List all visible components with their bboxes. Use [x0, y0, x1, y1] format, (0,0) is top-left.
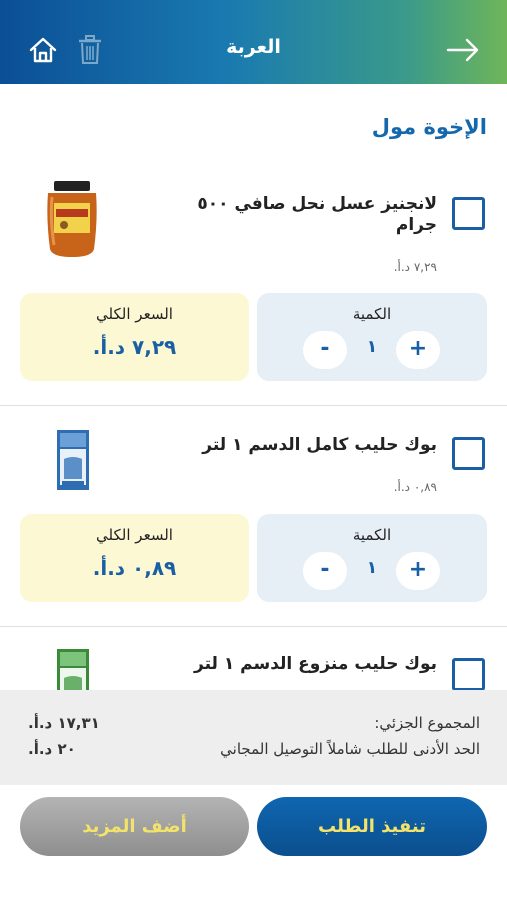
total-price-value: ٠,٨٩ د.أ. [92, 556, 177, 580]
honey-jar-image [47, 181, 97, 257]
store-name: الإخوة مول [371, 115, 487, 139]
quantity-stepper: الكمية - ١ + [257, 514, 487, 602]
quantity-label: الكمية [352, 305, 392, 323]
total-price-label: السعر الكلي [96, 305, 173, 323]
increase-quantity-button[interactable]: + [396, 552, 440, 590]
item-checkbox[interactable] [452, 658, 485, 691]
total-price-value: ٧,٢٩ د.أ. [92, 335, 177, 359]
total-price-box: السعر الكلي ٧,٢٩ د.أ. [20, 293, 249, 381]
arrow-right-icon[interactable] [446, 38, 480, 62]
quantity-label: الكمية [352, 526, 392, 544]
item-checkbox[interactable] [452, 437, 485, 470]
item-divider [0, 626, 507, 627]
item-unit-price: ٧,٢٩ د.أ. [393, 260, 437, 274]
milk-carton-image [57, 430, 89, 490]
add-more-button[interactable]: أضف المزيد [20, 797, 249, 856]
place-order-button[interactable]: تنفيذ الطلب [257, 797, 487, 856]
item-unit-price: ٠,٨٩ د.أ. [393, 480, 437, 494]
item-divider [0, 405, 507, 406]
page-title: العربة [226, 36, 281, 58]
item-name: لانجنيز عسل نحل صافي ٥٠٠ جرام [197, 194, 437, 235]
increase-quantity-button[interactable]: + [396, 331, 440, 369]
quantity-value: ١ [366, 337, 378, 357]
order-summary: المجموع الجزئي: ١٧,٣١ د.أ. الحد الأدنى ل… [0, 690, 507, 785]
minimum-order-value: ٢٠ د.أ. [28, 740, 76, 758]
app-header: العربة [0, 0, 507, 84]
item-name: بوك حليب كامل الدسم ١ لتر [202, 435, 437, 455]
total-price-box: السعر الكلي ٠,٨٩ د.أ. [20, 514, 249, 602]
minimum-order-label: الحد الأدنى للطلب شاملاً التوصيل المجاني [220, 740, 480, 758]
item-name: بوك حليب منزوع الدسم ١ لتر [194, 654, 437, 674]
subtotal-value: ١٧,٣١ د.أ. [28, 714, 100, 732]
total-price-label: السعر الكلي [96, 526, 173, 544]
decrease-quantity-button[interactable]: - [303, 552, 347, 590]
subtotal-label: المجموع الجزئي: [374, 714, 480, 732]
quantity-value: ١ [366, 558, 378, 578]
quantity-stepper: الكمية - ١ + [257, 293, 487, 381]
item-checkbox[interactable] [452, 197, 485, 230]
decrease-quantity-button[interactable]: - [303, 331, 347, 369]
